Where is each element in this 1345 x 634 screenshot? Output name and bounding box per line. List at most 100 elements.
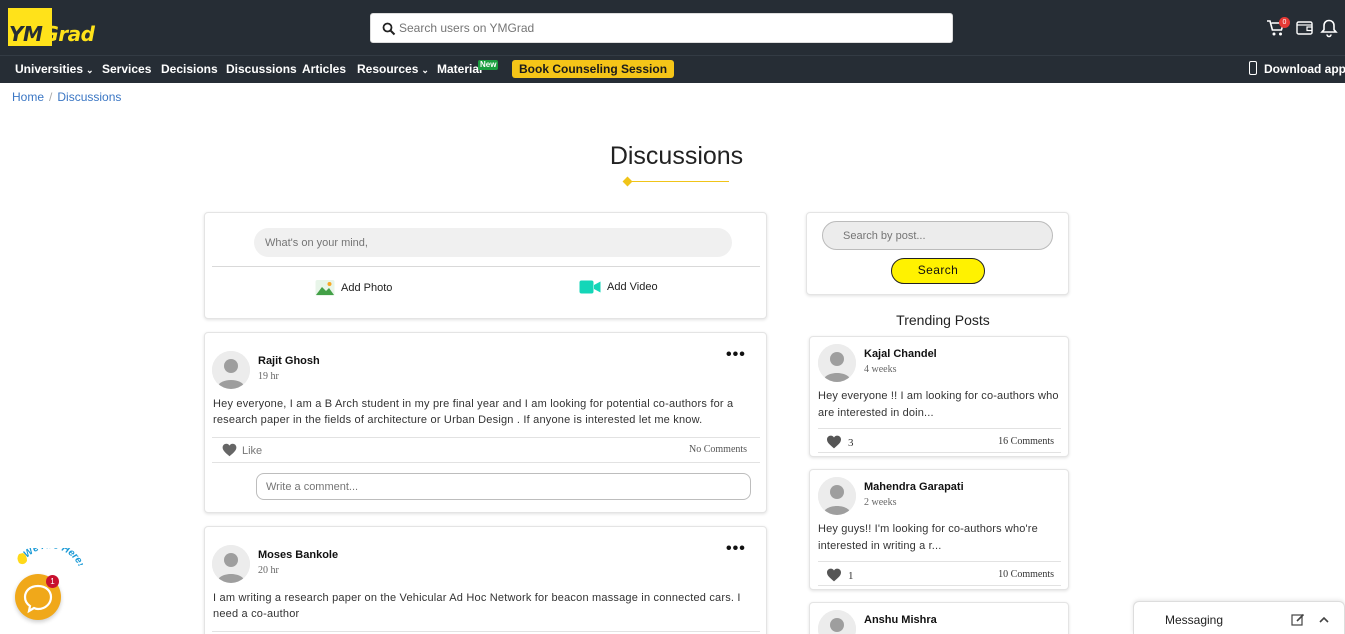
user-search-input[interactable] xyxy=(399,14,939,42)
trending-divider xyxy=(818,452,1061,453)
write-comment-input[interactable] xyxy=(256,473,751,500)
download-app-link[interactable]: Download app xyxy=(1249,61,1345,76)
trending-likes[interactable]: 1 xyxy=(826,568,854,582)
post-author[interactable]: Moses Bankole xyxy=(258,549,338,561)
trending-author[interactable]: Anshu Mishra xyxy=(864,614,937,626)
search-by-post-input[interactable] xyxy=(822,221,1053,250)
main-nav: Universities ⌄ Services Decisions Discuss… xyxy=(0,55,1345,83)
post-search-card: Search xyxy=(806,212,1069,295)
page-title: Discussions xyxy=(609,142,744,170)
chevron-up-icon[interactable] xyxy=(1317,613,1331,627)
breadcrumb-current[interactable]: Discussions xyxy=(57,90,121,104)
messaging-panel[interactable]: Messaging xyxy=(1133,601,1345,634)
chat-notification-badge: 1 xyxy=(46,575,59,588)
default-avatar-icon xyxy=(212,545,250,583)
nav-articles[interactable]: Articles xyxy=(302,62,346,76)
post-composer: Add Photo Add Video xyxy=(204,212,767,319)
nav-universities[interactable]: Universities ⌄ xyxy=(15,62,94,76)
post-time: 19 hr xyxy=(258,371,279,382)
default-avatar-icon xyxy=(818,344,856,382)
add-video-button[interactable]: Add Video xyxy=(579,279,658,295)
add-photo-label: Add Photo xyxy=(341,281,393,294)
trending-post-card[interactable]: Mahendra Garapati 2 weeks Hey guys!! I'm… xyxy=(809,469,1069,590)
nav-services[interactable]: Services xyxy=(102,62,151,76)
whats-on-your-mind-input[interactable] xyxy=(254,228,732,257)
trending-comment-count[interactable]: 16 Comments xyxy=(998,436,1054,447)
composer-divider xyxy=(212,266,760,267)
post-time: 20 hr xyxy=(258,565,279,576)
book-counseling-button[interactable]: Book Counseling Session xyxy=(512,60,675,78)
post-body: I am writing a research paper on the Veh… xyxy=(213,592,741,620)
messaging-label: Messaging xyxy=(1165,613,1224,627)
post-divider xyxy=(212,631,760,632)
post-divider xyxy=(212,462,760,463)
breadcrumb-home[interactable]: Home xyxy=(12,90,44,104)
title-underline xyxy=(628,181,729,182)
heart-icon xyxy=(222,443,237,457)
search-icon xyxy=(382,22,396,36)
chevron-down-icon: ⌄ xyxy=(421,65,429,75)
nav-material[interactable]: Material xyxy=(437,62,482,76)
avatar[interactable] xyxy=(818,610,856,634)
logo-text-ym: YM xyxy=(9,22,43,46)
nav-decisions[interactable]: Decisions xyxy=(161,62,218,76)
ymgrad-logo[interactable]: YMGrad xyxy=(8,8,112,46)
title-underline-diamond xyxy=(622,176,633,187)
nav-label: Resources xyxy=(357,62,419,76)
like-count: 3 xyxy=(848,437,854,449)
wallet-icon[interactable] xyxy=(1295,18,1315,38)
more-options-icon[interactable]: ••• xyxy=(726,540,746,558)
trending-likes[interactable]: 3 xyxy=(826,435,854,449)
video-camera-icon xyxy=(579,280,601,294)
photo-icon xyxy=(315,280,335,296)
like-label: Like xyxy=(242,445,263,457)
trending-divider xyxy=(818,428,1061,429)
trending-divider xyxy=(818,585,1061,586)
trending-posts-heading: Trending Posts xyxy=(896,312,990,328)
phone-icon xyxy=(1249,61,1257,75)
compose-icon[interactable] xyxy=(1291,613,1305,627)
default-avatar-icon xyxy=(818,610,856,634)
logo-text-grad: Grad xyxy=(42,22,95,46)
trending-post-card[interactable]: Anshu Mishra xyxy=(809,602,1069,634)
new-badge: New xyxy=(478,60,499,70)
like-count: 1 xyxy=(848,570,854,582)
like-button[interactable]: Like xyxy=(222,443,262,457)
top-header: YMGrad 0 xyxy=(0,0,1345,55)
user-search-bar[interactable] xyxy=(370,13,953,43)
add-video-label: Add Video xyxy=(607,280,658,293)
comment-count[interactable]: No Comments xyxy=(689,444,747,455)
trending-comment-count[interactable]: 10 Comments xyxy=(998,569,1054,580)
more-options-icon[interactable]: ••• xyxy=(726,346,746,364)
trending-time: 2 weeks xyxy=(864,497,897,508)
default-avatar-icon xyxy=(212,351,250,389)
avatar[interactable] xyxy=(212,351,250,389)
trending-author[interactable]: Kajal Chandel xyxy=(864,348,937,360)
bell-icon[interactable] xyxy=(1319,18,1339,38)
chevron-down-icon: ⌄ xyxy=(86,65,94,75)
download-app-label: Download app xyxy=(1264,62,1345,76)
breadcrumb-separator: / xyxy=(49,90,53,104)
breadcrumb: Home / Discussions xyxy=(12,90,121,104)
trending-excerpt: Hey everyone !! I am looking for co-auth… xyxy=(818,390,1059,419)
nav-label: Universities xyxy=(15,62,84,76)
avatar[interactable] xyxy=(818,477,856,515)
trending-author[interactable]: Mahendra Garapati xyxy=(864,481,964,493)
search-button[interactable]: Search xyxy=(891,258,985,284)
post-divider xyxy=(212,437,760,438)
post-card: Moses Bankole 20 hr ••• I am writing a r… xyxy=(204,526,767,634)
avatar[interactable] xyxy=(212,545,250,583)
nav-resources[interactable]: Resources ⌄ xyxy=(357,62,429,76)
avatar[interactable] xyxy=(818,344,856,382)
heart-icon xyxy=(827,435,841,449)
post-author[interactable]: Rajit Ghosh xyxy=(258,355,320,367)
trending-post-card[interactable]: Kajal Chandel 4 weeks Hey everyone !! I … xyxy=(809,336,1069,457)
trending-divider xyxy=(818,561,1061,562)
tagline-text: We Are Here! xyxy=(22,548,83,569)
cart-count-badge: 0 xyxy=(1279,17,1290,28)
nav-discussions[interactable]: Discussions xyxy=(226,62,297,76)
heart-icon xyxy=(827,568,841,582)
post-card: Rajit Ghosh 19 hr ••• Hey everyone, I am… xyxy=(204,332,767,513)
add-photo-button[interactable]: Add Photo xyxy=(315,279,392,297)
svg-text:We Are Here!: We Are Here! xyxy=(22,548,83,569)
